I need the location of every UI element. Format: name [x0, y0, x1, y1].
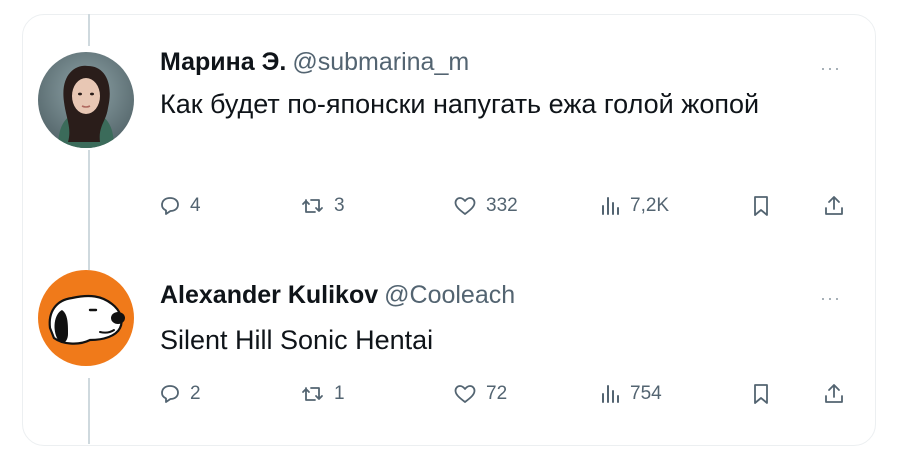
- author-handle[interactable]: @submarina_m: [292, 48, 469, 76]
- share-button[interactable]: [822, 194, 846, 218]
- reply-button[interactable]: 4: [158, 194, 201, 218]
- repost-count: 1: [334, 383, 345, 404]
- author-name[interactable]: Марина Э.: [160, 48, 286, 76]
- author-handle[interactable]: @Cooleach: [384, 281, 515, 309]
- action-bar: 4 3 332 7,2K: [0, 194, 900, 226]
- reply-count: 2: [190, 383, 201, 404]
- author-name[interactable]: Alexander Kulikov: [160, 281, 378, 309]
- reply-count: 4: [190, 195, 201, 216]
- views-count: 754: [630, 383, 662, 404]
- bookmark-button[interactable]: [750, 382, 772, 406]
- repost-icon: [302, 387, 323, 401]
- snoopy-avatar-image: [38, 270, 134, 366]
- like-icon: [454, 197, 476, 215]
- repost-count: 3: [334, 195, 345, 216]
- tweet-text: Как будет по-японски напугать ежа голой …: [160, 89, 760, 119]
- share-button[interactable]: [822, 382, 846, 406]
- views-icon: [602, 197, 619, 215]
- share-icon: [825, 196, 843, 215]
- bookmark-icon: [754, 384, 768, 404]
- repost-button[interactable]: 3: [300, 194, 345, 218]
- woman-portrait-avatar-image: [38, 52, 134, 148]
- bookmark-icon: [754, 196, 768, 216]
- reply-button[interactable]: 2: [158, 382, 201, 406]
- views-button[interactable]: 754: [600, 382, 662, 406]
- like-icon: [454, 385, 476, 403]
- like-button[interactable]: 332: [452, 194, 518, 218]
- like-count: 72: [486, 383, 508, 404]
- tweet-text: Silent Hill Sonic Hentai: [160, 325, 434, 355]
- like-count: 332: [486, 195, 518, 216]
- avatar[interactable]: [38, 52, 134, 148]
- avatar[interactable]: [38, 270, 134, 366]
- more-icon[interactable]: ···: [820, 288, 841, 309]
- like-button[interactable]: 72: [452, 382, 507, 406]
- action-bar: 2 1 72 754: [0, 382, 900, 414]
- views-icon: [602, 385, 619, 403]
- bookmark-button[interactable]: [750, 194, 772, 218]
- share-icon: [825, 384, 843, 403]
- tweet[interactable]: Марина Э. @submarina_m ··· Как будет по-я…: [0, 0, 900, 240]
- reply-icon: [161, 385, 179, 403]
- more-icon[interactable]: ···: [820, 58, 841, 79]
- tweet[interactable]: Alexander Kulikov @Cooleach ··· Silent Hi…: [0, 240, 900, 466]
- repost-icon: [302, 199, 323, 213]
- views-count: 7,2K: [630, 195, 670, 216]
- views-button[interactable]: 7,2K: [600, 194, 669, 218]
- repost-button[interactable]: 1: [300, 382, 345, 406]
- reply-icon: [161, 197, 179, 215]
